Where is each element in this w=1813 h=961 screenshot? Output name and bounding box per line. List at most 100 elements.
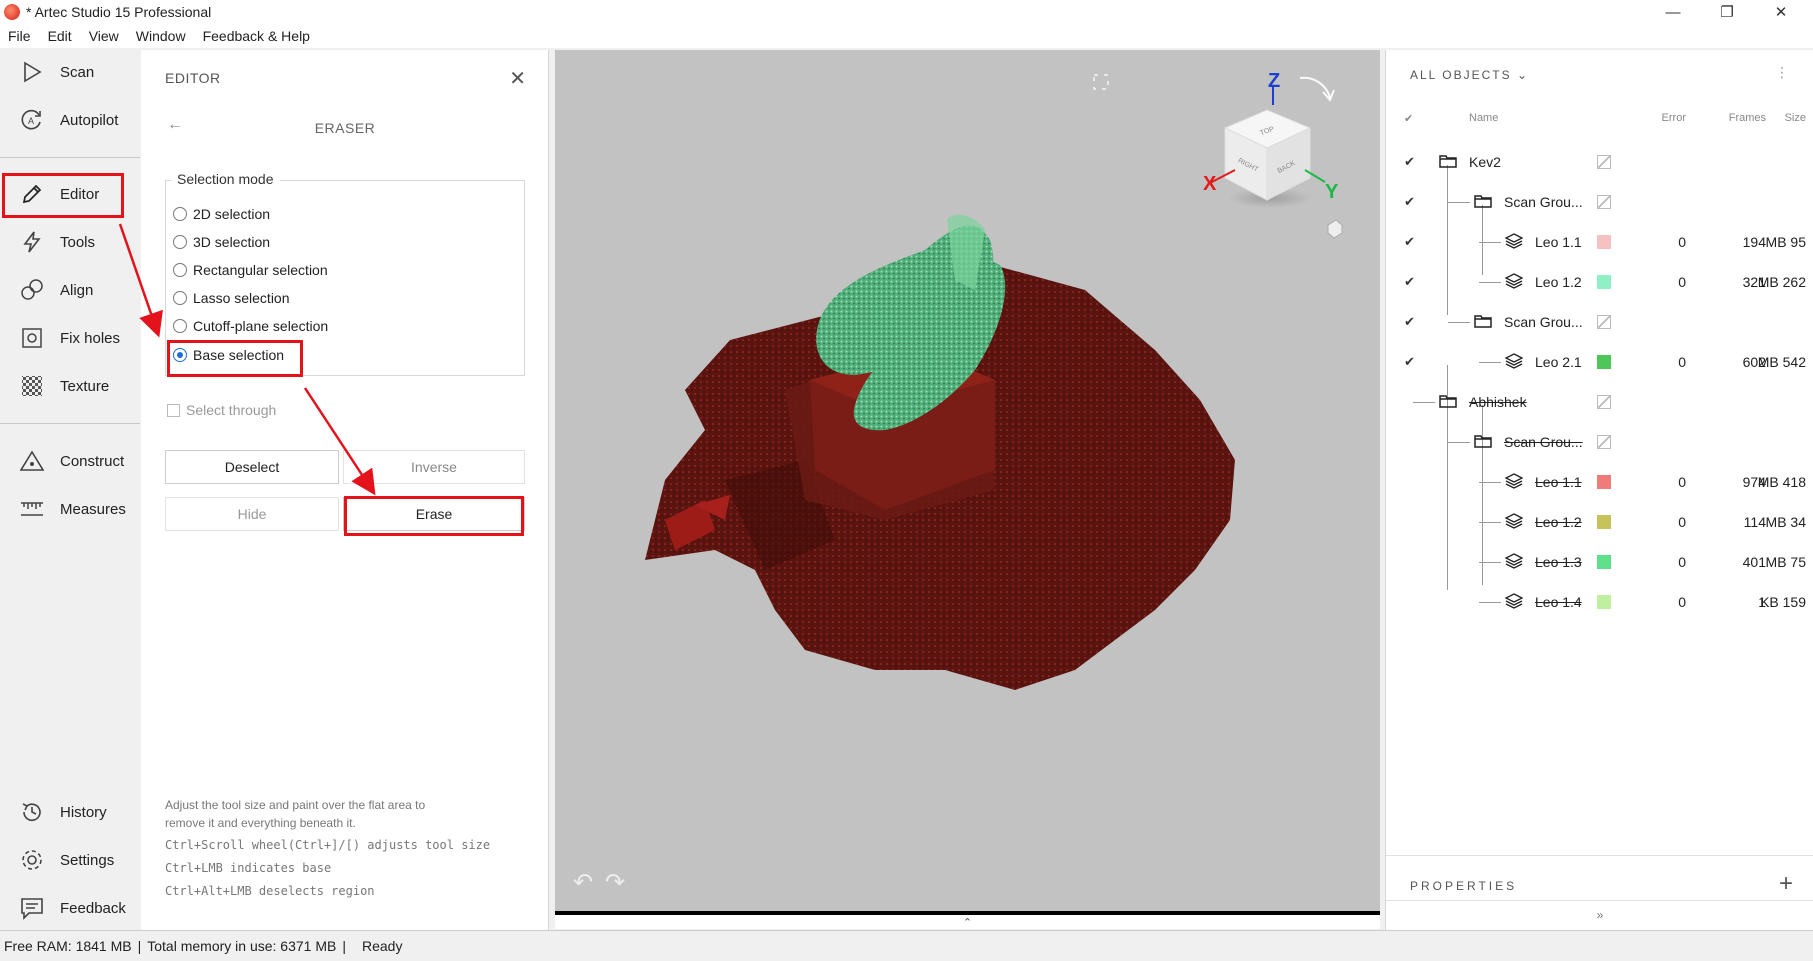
expand-chevron-icon[interactable]: ⌃: [963, 916, 972, 929]
menu-view[interactable]: View: [89, 28, 119, 44]
3d-viewport[interactable]: Z X Y TOP RIGHT BACK ↶ ↷: [555, 50, 1380, 911]
redo-icon[interactable]: ↷: [605, 868, 625, 897]
color-swatch[interactable]: [1597, 555, 1611, 569]
minimize-button[interactable]: —: [1650, 0, 1696, 24]
object-row[interactable]: Leo 1.1 0 974 418 MB: [1386, 462, 1813, 502]
object-frames: 194: [1742, 234, 1766, 250]
nav-history[interactable]: History: [0, 790, 140, 834]
nav-measures[interactable]: Measures: [0, 487, 140, 531]
add-icon[interactable]: +: [1779, 870, 1793, 898]
menu-feedback-help[interactable]: Feedback & Help: [203, 28, 310, 44]
color-swatch-empty[interactable]: [1597, 315, 1611, 329]
radio-label: Lasso selection: [193, 290, 290, 306]
object-name: Leo 1.2: [1535, 274, 1582, 290]
status-bar: Free RAM: 1841 MB | Total memory in use:…: [0, 930, 1813, 961]
viewport-expand-bar[interactable]: ⌃: [555, 911, 1380, 929]
check-all-icon[interactable]: ✔: [1404, 112, 1413, 125]
all-objects-dropdown[interactable]: ALL OBJECTS ⌄: [1410, 68, 1529, 82]
nav-texture[interactable]: Texture: [0, 364, 140, 408]
object-size: 75 MB: [1765, 554, 1806, 570]
color-swatch-empty[interactable]: [1597, 195, 1611, 209]
scan-layers-icon: [1504, 513, 1524, 532]
visibility-check-icon[interactable]: ✔: [1404, 274, 1415, 290]
column-error[interactable]: Error: [1636, 112, 1686, 124]
axis-y-label: Y: [1325, 181, 1339, 203]
object-row[interactable]: Leo 1.2 0 114 34 MB: [1386, 502, 1813, 542]
visibility-check-icon[interactable]: ✔: [1404, 234, 1415, 250]
color-swatch-empty[interactable]: [1597, 395, 1611, 409]
radio-cutoff-plane-selection[interactable]: Cutoff-plane selection: [173, 318, 328, 334]
object-row[interactable]: ✔ Leo 1.1 0 194 95 MB: [1386, 222, 1813, 262]
nav-scan[interactable]: Scan: [0, 50, 140, 94]
radio-2d-selection[interactable]: 2D selection: [173, 206, 270, 222]
radio-3d-selection[interactable]: 3D selection: [173, 234, 270, 250]
color-swatch-empty[interactable]: [1597, 435, 1611, 449]
object-row[interactable]: Leo 1.3 0 401 75 MB: [1386, 542, 1813, 582]
color-swatch[interactable]: [1597, 475, 1611, 489]
menu-edit[interactable]: Edit: [48, 28, 72, 44]
radio-lasso-selection[interactable]: Lasso selection: [173, 290, 290, 306]
color-swatch[interactable]: [1597, 275, 1611, 289]
object-row[interactable]: Abhishek: [1386, 382, 1813, 422]
object-row[interactable]: ✔ Leo 1.2 0 321 262 MB: [1386, 262, 1813, 302]
back-arrow-icon[interactable]: ←: [167, 116, 183, 134]
nav-tools[interactable]: Tools: [0, 220, 140, 264]
tree-connector: [1448, 322, 1470, 323]
divider: [1386, 855, 1813, 856]
column-frames[interactable]: Frames: [1686, 112, 1766, 124]
hide-button[interactable]: Hide: [165, 497, 339, 531]
column-name[interactable]: Name: [1469, 112, 1498, 124]
visibility-check-icon[interactable]: ✔: [1404, 154, 1415, 170]
menu-file[interactable]: File: [8, 28, 31, 44]
restore-button[interactable]: ❐: [1704, 0, 1750, 24]
checkerboard-icon: [17, 371, 47, 401]
object-frames: 321: [1742, 274, 1766, 290]
visibility-check-icon[interactable]: ✔: [1404, 314, 1415, 330]
radio-button[interactable]: [173, 263, 187, 277]
visibility-check-icon[interactable]: ✔: [1404, 194, 1415, 210]
close-window-button[interactable]: ✕: [1758, 0, 1804, 24]
folder-icon: [1474, 433, 1492, 452]
collapse-chevron-icon[interactable]: »: [1386, 908, 1813, 922]
visibility-check-icon[interactable]: ✔: [1404, 354, 1415, 370]
color-swatch[interactable]: [1597, 595, 1611, 609]
object-name: Kev2: [1469, 154, 1501, 170]
column-size[interactable]: Size: [1766, 112, 1806, 124]
nav-feedback[interactable]: Feedback: [0, 886, 140, 930]
radio-button[interactable]: [173, 291, 187, 305]
checkbox[interactable]: [167, 403, 180, 417]
radio-rectangular-selection[interactable]: Rectangular selection: [173, 262, 328, 278]
object-row[interactable]: ✔ Leo 2.1 0 602 542 MB: [1386, 342, 1813, 382]
object-size: 159 KB: [1760, 594, 1806, 610]
more-options-icon[interactable]: ⋮: [1775, 64, 1789, 81]
object-name: Leo 1.2: [1535, 514, 1582, 530]
nav-align[interactable]: Align: [0, 268, 140, 312]
radio-button[interactable]: [173, 319, 187, 333]
undo-icon[interactable]: ↶: [573, 868, 593, 897]
select-through-checkbox[interactable]: Select through: [167, 402, 276, 418]
nav-fix-holes[interactable]: Fix holes: [0, 316, 140, 360]
tree-connector: [1413, 402, 1435, 403]
color-swatch[interactable]: [1597, 355, 1611, 369]
color-swatch-empty[interactable]: [1597, 155, 1611, 169]
nav-construct[interactable]: Construct: [0, 439, 140, 483]
object-row[interactable]: Leo 1.4 0 1 159 KB: [1386, 582, 1813, 622]
triangle-icon: [17, 446, 47, 476]
inverse-button[interactable]: Inverse: [343, 450, 525, 484]
scan-model-render[interactable]: [555, 50, 1380, 911]
color-swatch[interactable]: [1597, 515, 1611, 529]
nav-scan-label: Scan: [60, 63, 95, 81]
close-icon[interactable]: ✕: [509, 66, 526, 91]
properties-header[interactable]: PROPERTIES: [1410, 879, 1517, 893]
nav-settings[interactable]: Settings: [0, 838, 140, 882]
color-swatch[interactable]: [1597, 235, 1611, 249]
radio-button[interactable]: [173, 207, 187, 221]
object-frames: 114: [1743, 514, 1766, 530]
chat-icon: [17, 893, 47, 923]
menu-window[interactable]: Window: [136, 28, 186, 44]
radio-button[interactable]: [173, 235, 187, 249]
scan-layers-icon: [1504, 233, 1524, 252]
deselect-button[interactable]: Deselect: [165, 450, 339, 484]
object-row[interactable]: ✔ Kev2: [1386, 142, 1813, 182]
nav-autopilot[interactable]: A Autopilot: [0, 98, 140, 142]
